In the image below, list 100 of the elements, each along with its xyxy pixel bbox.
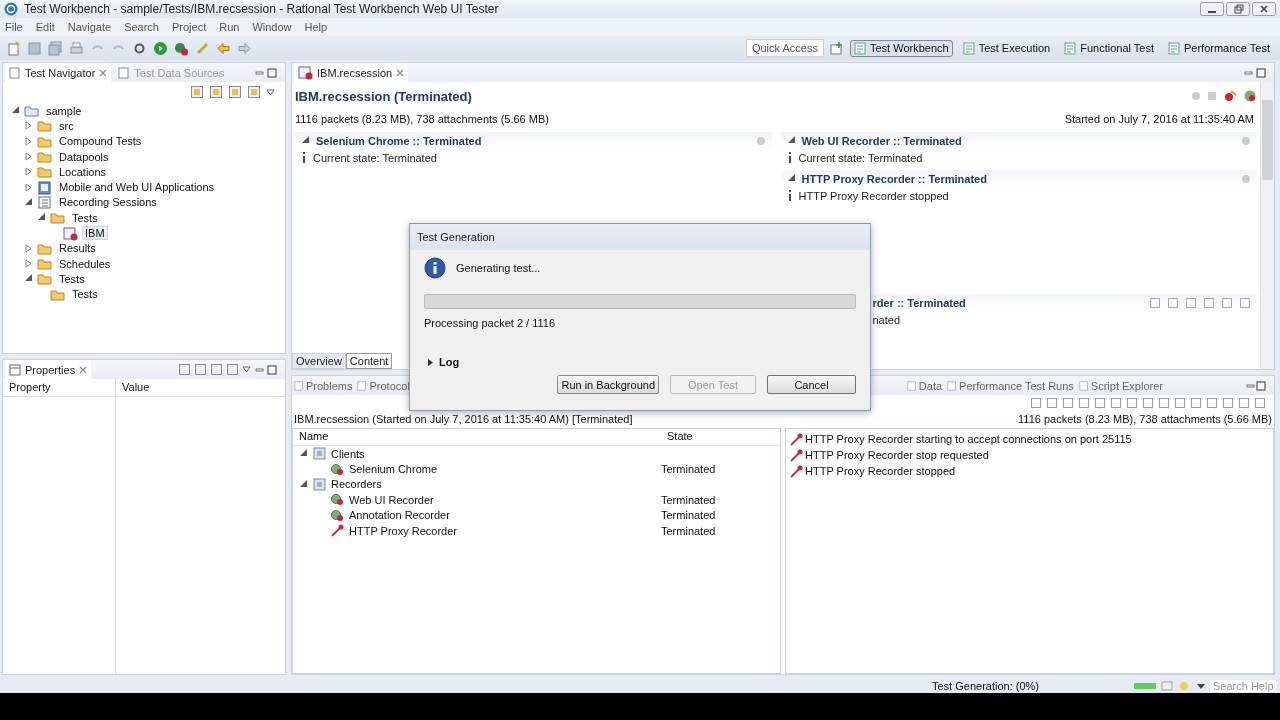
device-icon: [37, 179, 52, 195]
tree-item[interactable]: Tests: [69, 210, 101, 225]
expanded-triangle-icon[interactable]: [24, 274, 33, 284]
properties-icon: [9, 363, 21, 376]
quick-access-field[interactable]: Quick Access: [745, 39, 824, 57]
forward-arrow-icon[interactable]: [237, 40, 252, 56]
tree-item[interactable]: sample: [43, 103, 85, 118]
table-cell: Web UI Recorder: [349, 493, 434, 506]
collapsed-triangle-icon[interactable]: [24, 152, 33, 162]
section-header[interactable]: HTTP Proxy Recorder :: Terminated: [780, 170, 1257, 187]
menu-item[interactable]: Run: [219, 21, 240, 33]
proxy-icon: [789, 447, 804, 463]
menu-item[interactable]: Project: [172, 21, 207, 33]
tree-item[interactable]: src: [56, 118, 77, 133]
maximize-icon[interactable]: [1256, 67, 1266, 78]
dropdown-icon[interactable]: [1197, 681, 1205, 690]
tree-item[interactable]: Locations: [56, 164, 110, 179]
back-arrow-icon[interactable]: [216, 40, 231, 56]
tree-item[interactable]: Mobile and Web UI Applications: [56, 180, 218, 195]
expanded-triangle-icon[interactable]: [301, 136, 310, 145]
column-header[interactable]: Name: [293, 429, 661, 445]
session-summary: 1116 packets (8.23 MB), 738 attachments (5.66 MB): [1018, 413, 1272, 425]
perspective-button[interactable]: Test Execution: [958, 39, 1055, 57]
view-tab[interactable]: Test Navigator: [5, 63, 112, 82]
collapsed-triangle-icon[interactable]: [24, 259, 33, 269]
perspective-icon: [1168, 41, 1181, 55]
menu-item[interactable]: Search: [124, 21, 159, 33]
menu-item[interactable]: Help: [304, 21, 328, 33]
tree-item[interactable]: Tests: [56, 271, 88, 286]
view-tab[interactable]: Script Explorer: [1076, 376, 1165, 395]
menu-item[interactable]: Edit: [35, 21, 55, 33]
pencil-icon[interactable]: [195, 40, 210, 56]
collapsed-triangle-icon[interactable]: [24, 182, 33, 192]
new-file-icon[interactable]: [6, 40, 21, 56]
dialog-button[interactable]: Cancel: [767, 375, 856, 394]
dialog-button[interactable]: Run in Background: [557, 375, 659, 394]
folder-icon: [37, 164, 52, 180]
info-icon: [424, 257, 446, 279]
expanded-triangle-icon[interactable]: [24, 197, 33, 207]
perspective-button[interactable]: Test Workbench: [849, 39, 953, 57]
tree-item[interactable]: Datapools: [56, 149, 112, 164]
view-tab[interactable]: Performance Test Runs: [945, 376, 1076, 395]
run-icon[interactable]: [153, 40, 168, 56]
record-icon[interactable]: [174, 40, 189, 56]
expanded-triangle-icon[interactable]: [11, 106, 20, 116]
maximize-icon[interactable]: [267, 364, 277, 375]
view-tab[interactable]: Problems: [292, 376, 355, 395]
expanded-triangle-icon[interactable]: [786, 174, 796, 183]
tree-item[interactable]: Schedules: [56, 256, 114, 271]
open-perspective-icon[interactable]: [829, 41, 844, 55]
scroll-thumb[interactable]: [1262, 100, 1273, 180]
expanded-triangle-icon[interactable]: [37, 213, 46, 223]
table-cell: Terminated: [661, 509, 716, 522]
page-tab[interactable]: Content: [345, 353, 393, 369]
menu-item[interactable]: File: [5, 21, 23, 33]
tree-item[interactable]: IBM: [82, 226, 108, 240]
tree-item[interactable]: Results: [56, 241, 99, 256]
view-menu-icon[interactable]: [266, 87, 275, 97]
restore-window-icon[interactable]: [1226, 2, 1250, 16]
expanded-triangle-icon[interactable]: [299, 479, 308, 489]
column-header[interactable]: Value: [116, 379, 285, 397]
view-icon: [357, 379, 368, 392]
save-icon[interactable]: [27, 40, 42, 56]
print-icon[interactable]: [69, 40, 84, 56]
view-tab[interactable]: Properties: [5, 360, 92, 379]
maximize-icon[interactable]: [267, 67, 277, 78]
search-field[interactable]: Search Help: [1210, 679, 1276, 692]
progress-view-icon[interactable]: [1161, 680, 1173, 691]
collapsed-triangle-icon: [427, 357, 434, 367]
save-all-icon[interactable]: [48, 40, 63, 56]
view-menu-icon[interactable]: [242, 365, 251, 374]
page-tab[interactable]: Overview: [292, 353, 346, 369]
collapsed-triangle-icon[interactable]: [24, 121, 33, 131]
expanded-triangle-icon[interactable]: [299, 449, 308, 459]
perspective-button[interactable]: Functional Test: [1060, 39, 1158, 57]
close-window-icon[interactable]: [1252, 2, 1276, 16]
minimize-window-icon[interactable]: [1200, 2, 1224, 16]
editor-tab[interactable]: IBM.recsession: [294, 63, 409, 82]
section-title: Selenium Chrome :: Terminated: [316, 134, 482, 147]
folder-icon: [37, 256, 52, 272]
tree-item[interactable]: Recording Sessions: [56, 195, 160, 210]
expanded-triangle-icon[interactable]: [786, 136, 796, 145]
column-header[interactable]: State: [661, 429, 699, 445]
table-cell: Selenium Chrome: [349, 463, 438, 476]
proxy-icon: [330, 523, 345, 539]
menu-item[interactable]: Navigate: [67, 21, 112, 33]
collapsed-triangle-icon[interactable]: [24, 167, 33, 177]
collapsed-triangle-icon[interactable]: [24, 136, 33, 146]
maximize-icon[interactable]: [1256, 380, 1266, 391]
menu-item[interactable]: Window: [252, 21, 292, 33]
tree-item[interactable]: Compound Tests: [56, 134, 145, 149]
view-tab[interactable]: Protocol: [355, 376, 412, 395]
perspective-button[interactable]: Performance Test: [1164, 39, 1274, 57]
collapsed-triangle-icon[interactable]: [24, 243, 33, 253]
log-toggle[interactable]: Log: [424, 356, 856, 368]
tree-item[interactable]: Tests: [69, 287, 101, 302]
section-title: Web UI Recorder :: Terminated: [801, 134, 962, 147]
scrollbar[interactable]: [1260, 82, 1274, 369]
view-tab[interactable]: Data: [904, 376, 945, 395]
column-header[interactable]: Property: [3, 379, 116, 397]
